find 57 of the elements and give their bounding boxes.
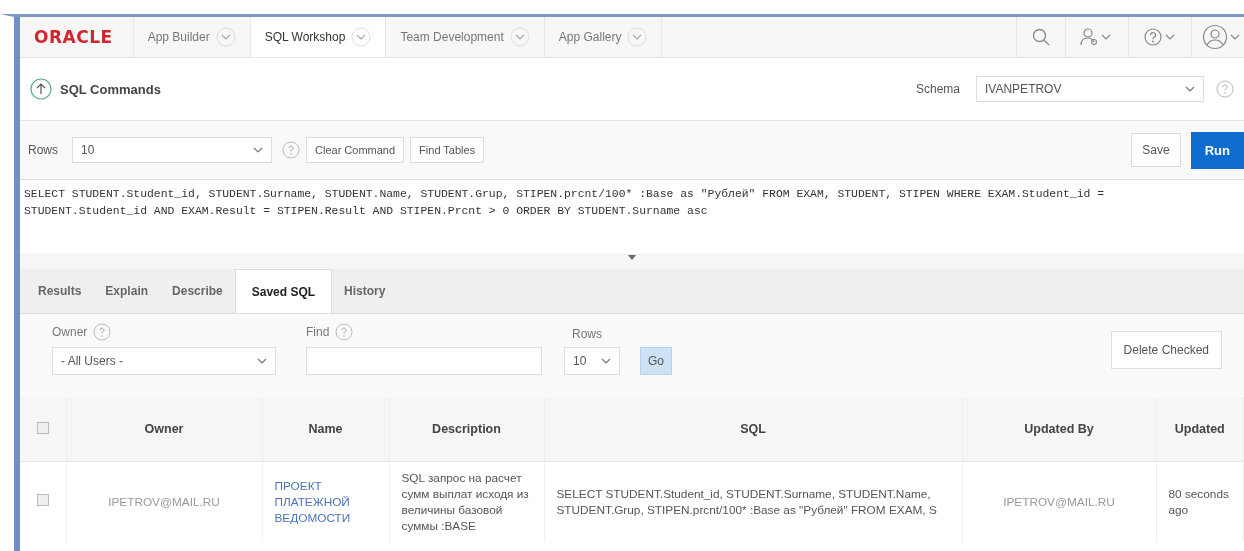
nav-tab[interactable]: Team Development <box>385 17 544 57</box>
result-tab[interactable]: Results <box>26 269 94 313</box>
rows-label: Rows <box>28 143 58 157</box>
result-tab[interactable]: Describe <box>160 269 235 313</box>
nav-tab[interactable]: SQL Workshop <box>249 17 386 57</box>
nav-tab[interactable]: App Gallery <box>543 17 662 57</box>
search-icon[interactable] <box>1031 27 1051 47</box>
chevron-icon <box>257 358 267 364</box>
help-icon[interactable] <box>93 323 112 341</box>
result-tab[interactable]: History <box>332 269 398 313</box>
nav-tab[interactable]: App Builder <box>132 17 250 57</box>
chevron-icon <box>509 27 530 47</box>
column-header: Name <box>262 397 389 462</box>
owner-select[interactable]: - All Users - <box>52 347 276 375</box>
help-icon[interactable] <box>1216 80 1234 98</box>
column-header: Owner <box>66 397 262 462</box>
column-header: Updated By <box>962 397 1156 462</box>
help-icon[interactable] <box>1143 27 1177 47</box>
schema-select[interactable]: IVANPETROV <box>976 76 1204 102</box>
chevron-icon <box>601 358 611 364</box>
save-button[interactable]: Save <box>1131 133 1181 167</box>
run-button[interactable]: Run <box>1190 131 1244 169</box>
chevron-icon <box>1185 86 1195 92</box>
delete-checked-button[interactable]: Delete Checked <box>1110 331 1222 369</box>
oracle-logo[interactable]: ORACLE <box>20 17 133 57</box>
help-icon[interactable] <box>335 323 354 341</box>
result-tab[interactable]: Explain <box>93 269 161 313</box>
table-cell: IPETROV@MAIL.RU <box>962 461 1156 542</box>
find-label: Find <box>306 325 330 339</box>
page-title: SQL Commands <box>60 81 161 97</box>
toolbar-button[interactable]: Clear Command <box>306 137 405 163</box>
rows-select[interactable]: 10 <box>564 347 620 375</box>
table-cell: 80 seconds ago <box>1156 461 1244 542</box>
toolbar-button[interactable]: Find Tables <box>410 137 485 163</box>
schema-label: Schema <box>915 82 960 96</box>
account-icon[interactable] <box>1202 24 1240 50</box>
owner-label: Owner <box>52 325 88 339</box>
chevron-icon <box>253 147 263 153</box>
column-header: Updated <box>1156 397 1244 462</box>
chevron-icon <box>351 27 372 47</box>
row-checkbox[interactable] <box>36 494 49 506</box>
chevron-icon <box>215 27 236 47</box>
result-tab[interactable]: Saved SQL <box>234 269 333 313</box>
select-all-checkbox[interactable] <box>36 421 49 434</box>
rows-select[interactable]: 10 <box>72 137 272 163</box>
saved-query-link[interactable]: ПРОЕКТ ПЛАТЕЖНОЙ ВЕДОМОСТИ <box>274 478 377 526</box>
table-cell: SELECT STUDENT.Student_id, STUDENT.Surname, STUDENT.Name, STUDENT.Grup, STIPEN.prcnt/100* :Base as "Рублей" FROM EXAM, S <box>544 461 962 542</box>
resize-handle-icon[interactable] <box>628 255 636 260</box>
column-header: SQL <box>544 397 962 462</box>
column-header: Description <box>389 397 544 462</box>
rows-label: Rows <box>572 327 602 341</box>
table-cell: SQL запрос на расчет сумм выплат исходя из величины базовой суммы :BASE <box>389 461 544 542</box>
find-field[interactable] <box>306 347 542 375</box>
chevron-icon <box>627 27 648 47</box>
help-icon[interactable] <box>282 141 300 159</box>
go-button[interactable]: Go <box>640 347 672 375</box>
table-cell: IPETROV@MAIL.RU <box>66 461 262 542</box>
